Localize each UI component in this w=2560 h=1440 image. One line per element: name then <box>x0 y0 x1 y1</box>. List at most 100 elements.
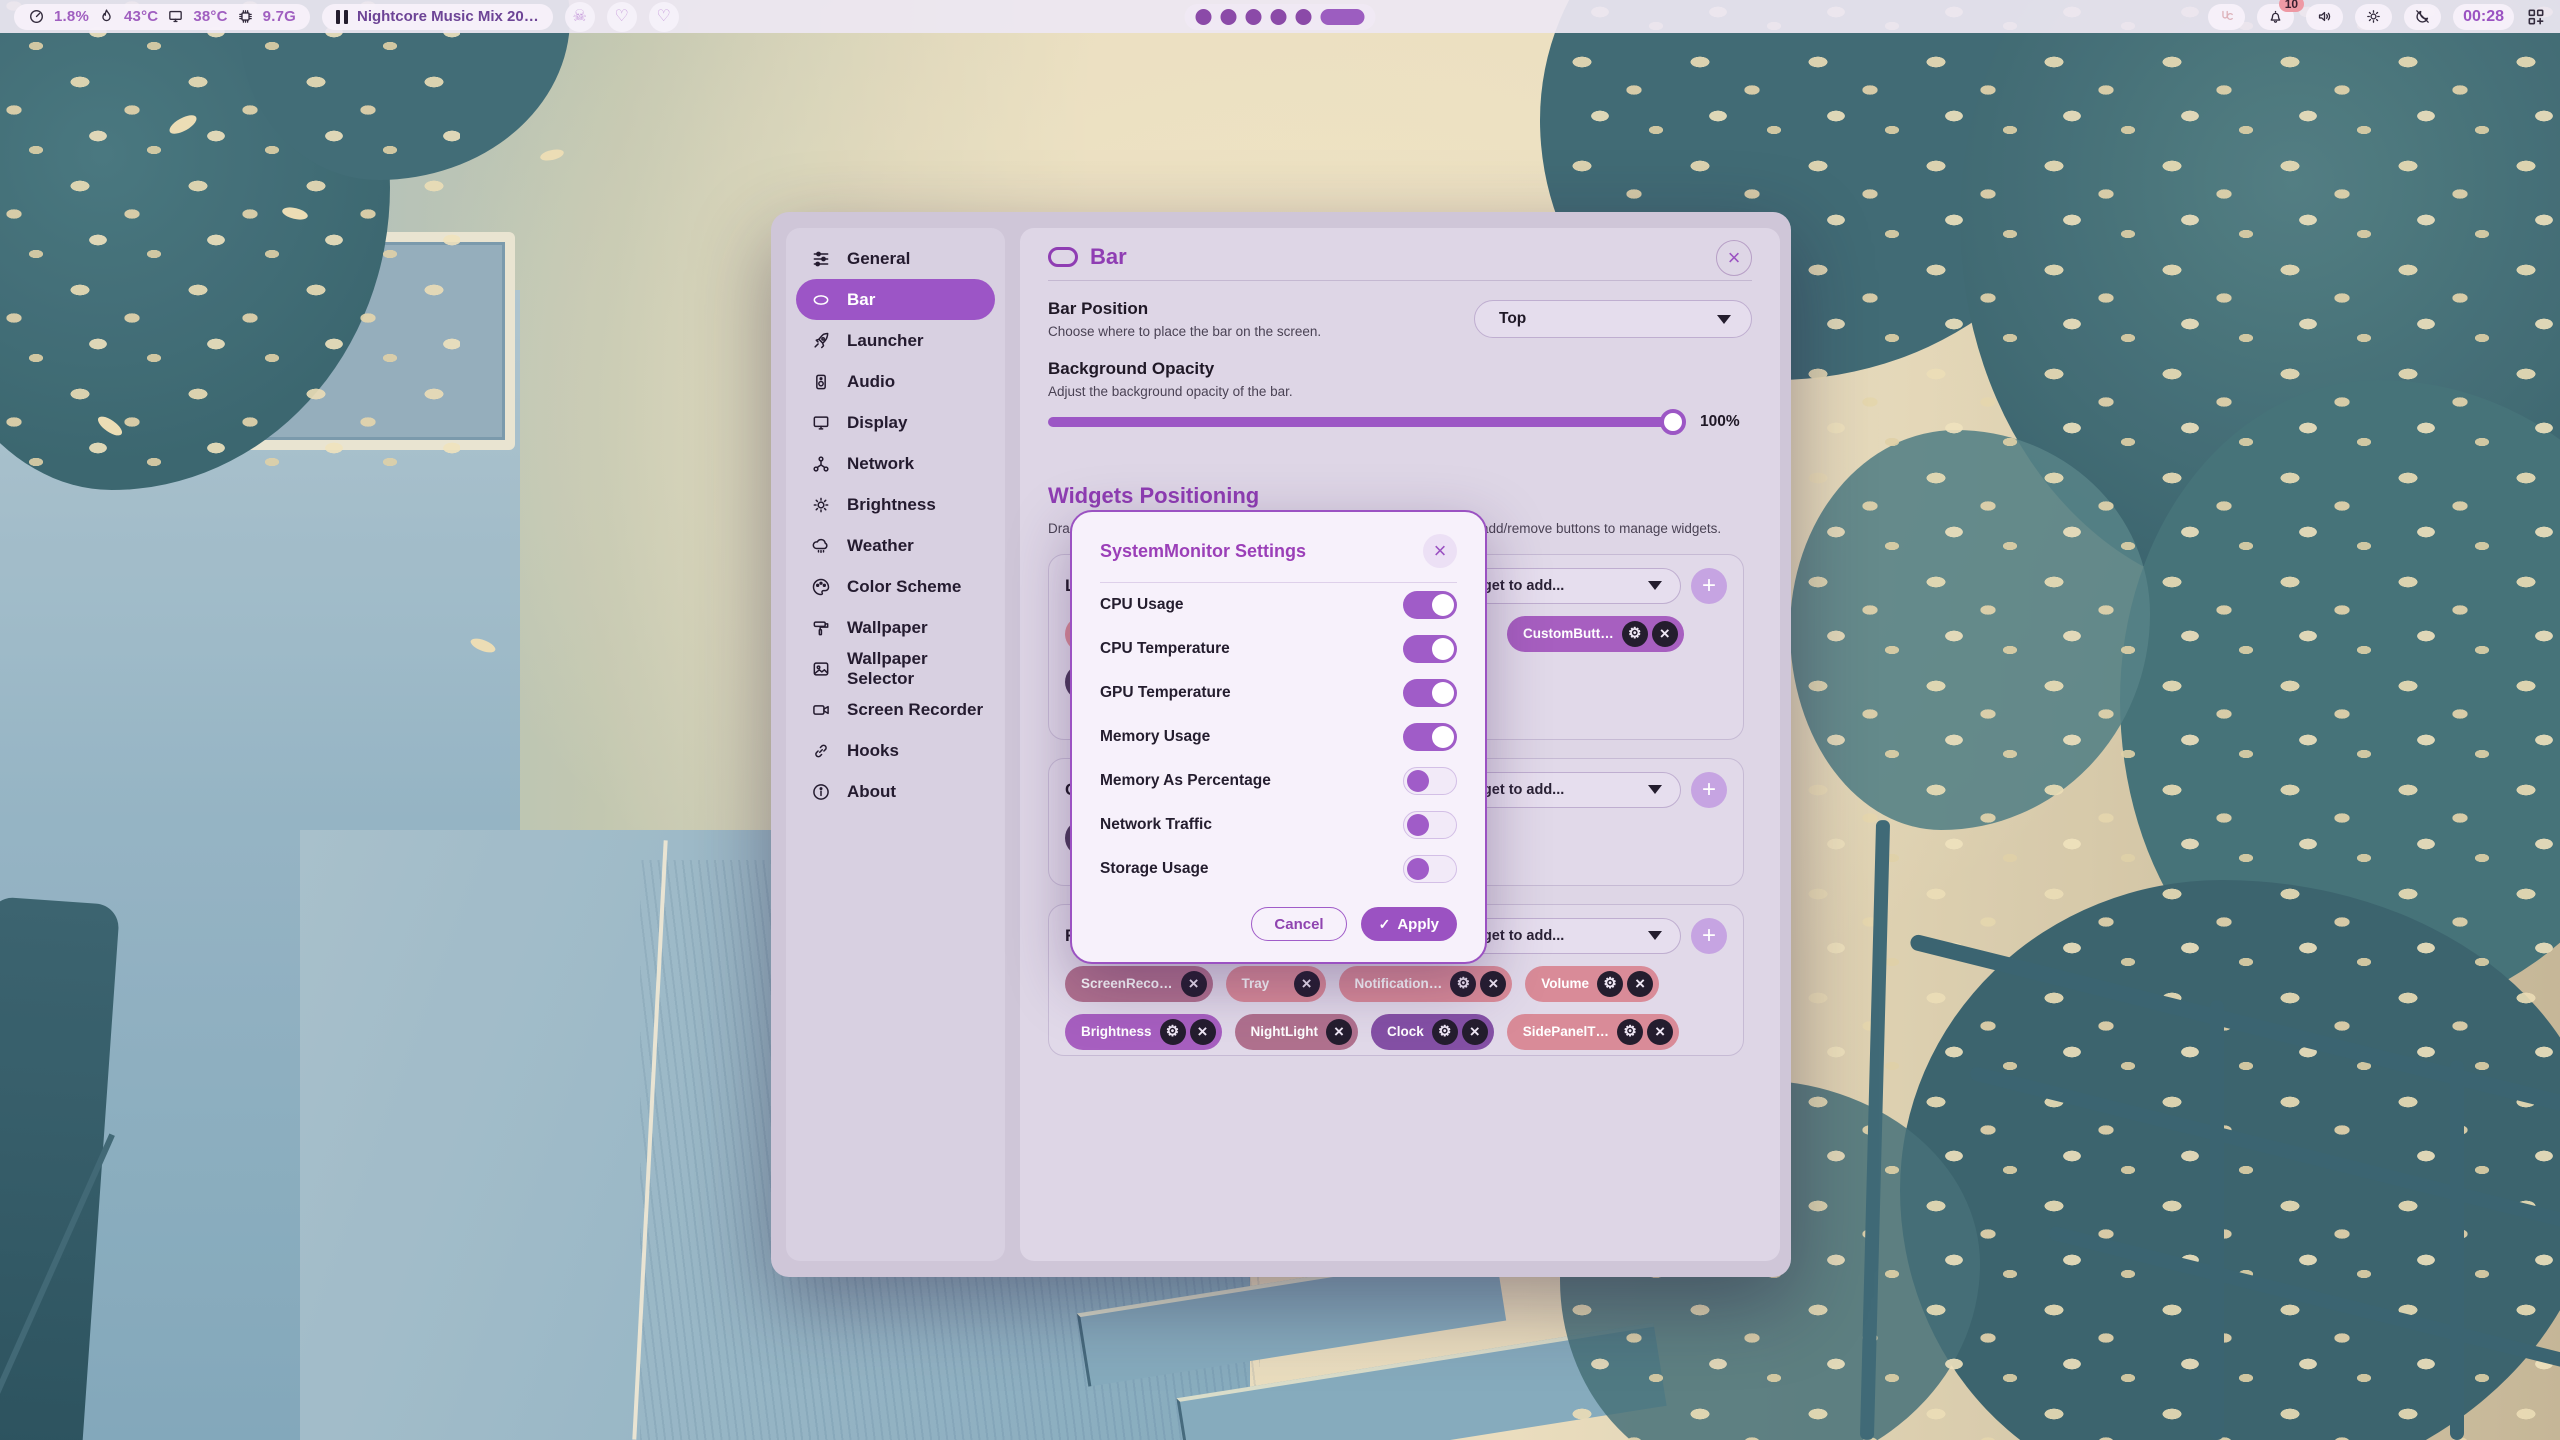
widget-settings-button[interactable] <box>1450 971 1476 997</box>
background-opacity-row: Background Opacity Adjust the background… <box>1048 359 1752 431</box>
background-opacity-description: Adjust the background opacity of the bar… <box>1048 384 1752 399</box>
toggle-row-memory-usage: Memory Usage <box>1100 715 1457 759</box>
heart-icon[interactable]: ♡ <box>649 2 679 32</box>
sidebar-item-display[interactable]: Display <box>796 402 995 443</box>
modal-close-button[interactable] <box>1423 534 1457 568</box>
bar-position-value: Top <box>1499 310 1526 328</box>
media-title: Nightcore Music Mix 20… <box>357 8 539 25</box>
topbar-right: 10 00:28 <box>2208 4 2546 30</box>
cpu-usage-toggle[interactable] <box>1403 591 1457 619</box>
gpu-temperature-toggle[interactable] <box>1403 679 1457 707</box>
system-stats-pill[interactable]: 1.8% 43°C 38°C 9.7G <box>14 4 310 30</box>
opacity-slider-handle[interactable] <box>1660 409 1686 435</box>
media-player-pill[interactable]: Nightcore Music Mix 20… <box>322 4 553 30</box>
pause-icon <box>336 10 348 24</box>
widget-chip-tray[interactable]: Tray <box>1226 966 1326 1002</box>
sidebar-item-general[interactable]: General <box>796 238 995 279</box>
background-opacity-label: Background Opacity <box>1048 359 1752 379</box>
toggle-row-gpu-temperature: GPU Temperature <box>1100 671 1457 715</box>
widget-settings-button[interactable] <box>1597 971 1623 997</box>
dashboard-icon[interactable] <box>2526 7 2546 27</box>
sidebar-item-screen-recorder[interactable]: Screen Recorder <box>796 689 995 730</box>
workspaces-indicator[interactable] <box>1185 4 1376 30</box>
close-settings-button[interactable] <box>1716 240 1752 276</box>
sidebar-item-label: Launcher <box>847 331 924 351</box>
sidebar-item-bar[interactable]: Bar <box>796 279 995 320</box>
widget-remove-button[interactable] <box>1480 971 1506 997</box>
sidebar-item-label: Wallpaper <box>847 618 928 638</box>
widget-chip-clock[interactable]: Clock <box>1371 1014 1494 1050</box>
workspace-dot[interactable] <box>1246 9 1262 25</box>
rocket-icon <box>811 331 831 351</box>
sidebar-item-brightness[interactable]: Brightness <box>796 484 995 525</box>
widget-remove-button[interactable] <box>1627 971 1653 997</box>
sidebar-item-about[interactable]: About <box>796 771 995 812</box>
widget-chip-sidepanel[interactable]: SidePanelT… <box>1507 1014 1679 1050</box>
clock-pill[interactable]: 00:28 <box>2453 4 2514 30</box>
widget-remove-button[interactable] <box>1462 1019 1488 1045</box>
sidebar-item-launcher[interactable]: Launcher <box>796 320 995 361</box>
wallpaper-wall-seam <box>632 840 667 1439</box>
widget-remove-button[interactable] <box>1326 1019 1352 1045</box>
widget-remove-button[interactable] <box>1652 621 1678 647</box>
widget-remove-button[interactable] <box>1190 1019 1216 1045</box>
right-add-widget-button[interactable] <box>1691 918 1727 954</box>
sidebar-item-hooks[interactable]: Hooks <box>796 730 995 771</box>
sun-icon <box>2365 8 2382 25</box>
storage-usage-toggle[interactable] <box>1403 855 1457 883</box>
widget-settings-button[interactable] <box>1622 621 1648 647</box>
bar-position-label: Bar Position <box>1048 299 1321 319</box>
sidebar-item-weather[interactable]: Weather <box>796 525 995 566</box>
sidebar-item-label: Network <box>847 454 914 474</box>
widget-chip-nightlight[interactable]: NightLight <box>1235 1014 1358 1050</box>
widget-settings-button[interactable] <box>1432 1019 1458 1045</box>
widget-settings-button[interactable] <box>1160 1019 1186 1045</box>
sidebar-item-wallpaper-selector[interactable]: Wallpaper Selector <box>796 648 995 689</box>
workspace-active-dot[interactable] <box>1321 9 1365 25</box>
toggle-row-network-traffic: Network Traffic <box>1100 803 1457 847</box>
widget-chip-screenrecorder[interactable]: ScreenReco… <box>1065 966 1213 1002</box>
widget-chip-brightness[interactable]: Brightness <box>1065 1014 1222 1050</box>
widget-remove-button[interactable] <box>1181 971 1207 997</box>
memory-as-percentage-toggle[interactable] <box>1403 767 1457 795</box>
volume-button[interactable] <box>2306 4 2343 30</box>
opacity-value: 100% <box>1700 413 1740 431</box>
speaker-icon <box>2316 8 2333 25</box>
cloud-rain-icon <box>811 536 831 556</box>
center-add-widget-button[interactable] <box>1691 772 1727 808</box>
workspace-dot[interactable] <box>1196 9 1212 25</box>
clock: 00:28 <box>2463 8 2504 26</box>
wallpaper-trunk <box>0 896 120 1440</box>
sidebar-item-wallpaper[interactable]: Wallpaper <box>796 607 995 648</box>
workspace-dot[interactable] <box>1296 9 1312 25</box>
opacity-slider[interactable] <box>1048 417 1682 427</box>
widget-remove-button[interactable] <box>1647 1019 1673 1045</box>
brightness-button[interactable] <box>2355 4 2392 30</box>
left-add-widget-button[interactable] <box>1691 568 1727 604</box>
memory-usage-toggle[interactable] <box>1403 723 1457 751</box>
widget-settings-button[interactable] <box>1617 1019 1643 1045</box>
sidebar-item-color-scheme[interactable]: Color Scheme <box>796 566 995 607</box>
workspace-dot[interactable] <box>1221 9 1237 25</box>
bar-position-description: Choose where to place the bar on the scr… <box>1048 324 1321 339</box>
widget-chip-custombutton[interactable]: CustomButt… <box>1507 616 1684 652</box>
widget-remove-button[interactable] <box>1294 971 1320 997</box>
bar-position-dropdown[interactable]: Top <box>1474 300 1752 338</box>
night-light-button[interactable] <box>2404 4 2441 30</box>
network-traffic-toggle[interactable] <box>1403 811 1457 839</box>
moon-off-icon <box>2414 8 2431 25</box>
sidebar-item-network[interactable]: Network <box>796 443 995 484</box>
cpu-temperature-toggle[interactable] <box>1403 635 1457 663</box>
widget-chip-volume[interactable]: Volume <box>1525 966 1659 1002</box>
skull-icon[interactable]: ☠ <box>565 2 595 32</box>
heart-icon[interactable]: ♡ <box>607 2 637 32</box>
systemmonitor-settings-modal: SystemMonitor Settings CPU Usage CPU Tem… <box>1070 510 1487 964</box>
sidebar-item-audio[interactable]: Audio <box>796 361 995 402</box>
widget-chip-notification[interactable]: Notification… <box>1339 966 1513 1002</box>
workspace-dot[interactable] <box>1271 9 1287 25</box>
systray-pill[interactable] <box>2208 4 2245 30</box>
cancel-button[interactable]: Cancel <box>1251 907 1346 941</box>
palette-icon <box>811 577 831 597</box>
notifications-button[interactable]: 10 <box>2257 4 2294 30</box>
apply-button[interactable]: Apply <box>1361 907 1457 941</box>
